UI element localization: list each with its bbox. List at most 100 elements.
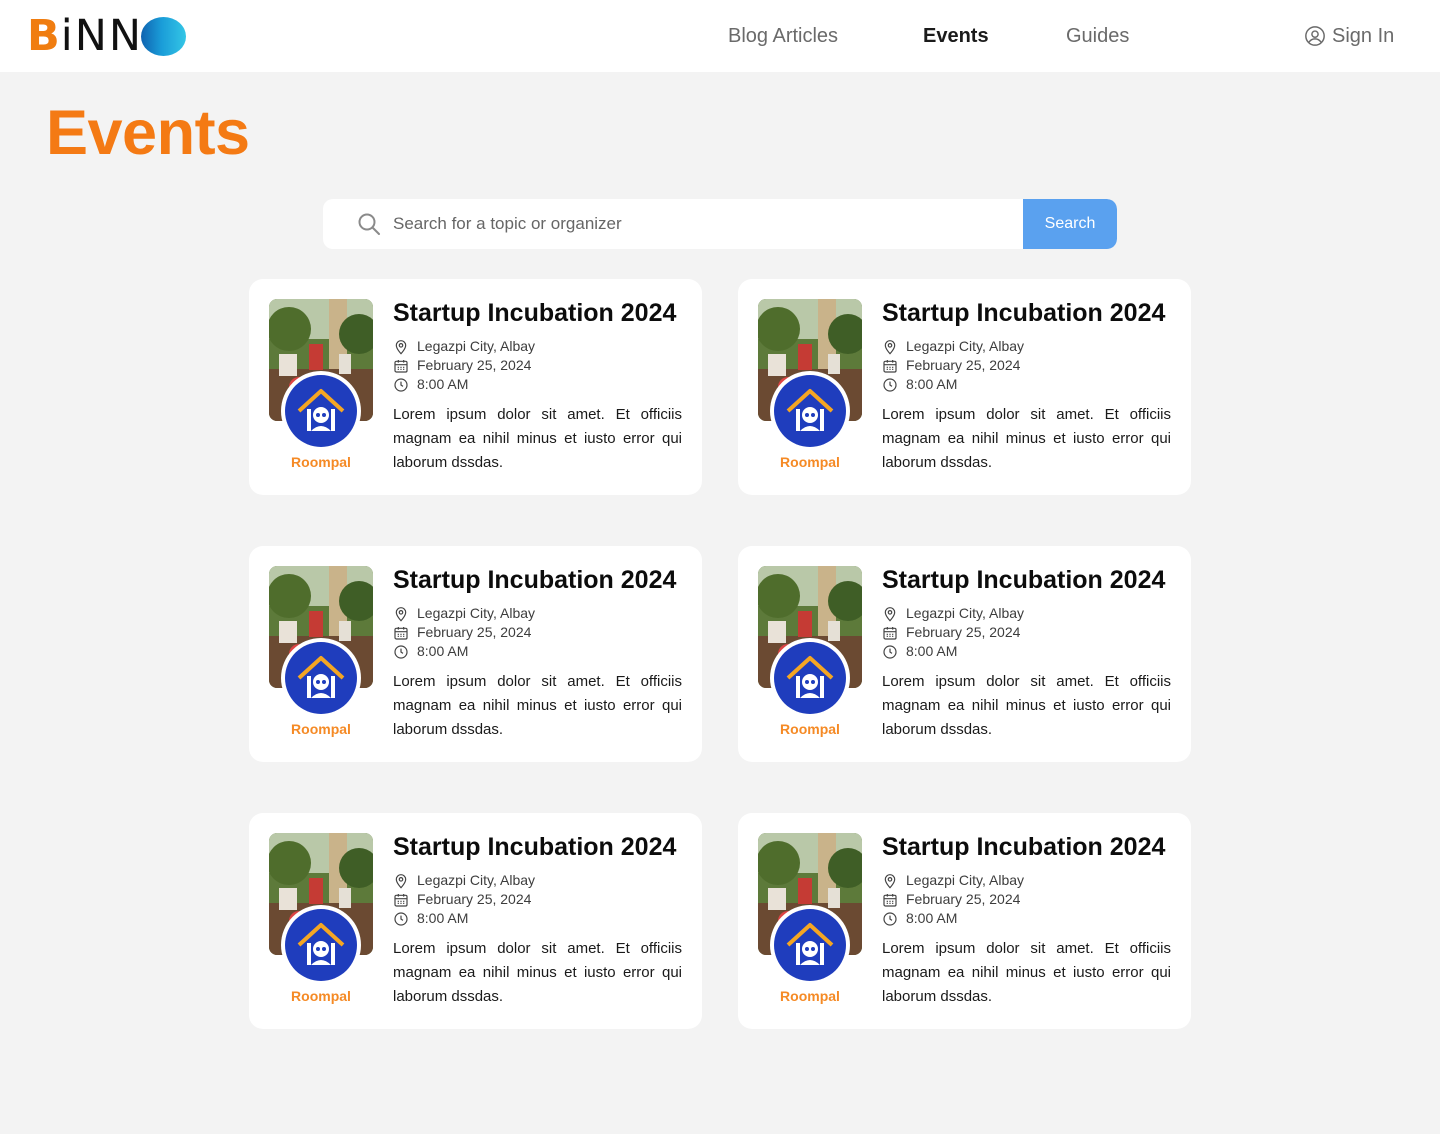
events-grid: Roompal Startup Incubation 2024 Legazpi … [249, 279, 1191, 1029]
event-date-text: February 25, 2024 [906, 357, 1021, 373]
event-title[interactable]: Startup Incubation 2024 [882, 564, 1165, 596]
organizer-logo[interactable] [281, 371, 361, 451]
event-date: February 25, 2024 [882, 890, 1020, 909]
event-title[interactable]: Startup Incubation 2024 [882, 297, 1165, 329]
event-time: 8:00 AM [393, 375, 468, 394]
organizer-name[interactable]: Roompal [758, 988, 862, 1004]
event-card[interactable]: Roompal Startup Incubation 2024 Legazpi … [249, 546, 702, 762]
event-description: Lorem ipsum dolor sit amet. Et officiis … [393, 940, 682, 1005]
organizer-logo[interactable] [281, 905, 361, 985]
page-title: Events [46, 98, 250, 168]
event-card[interactable]: Roompal Startup Incubation 2024 Legazpi … [738, 546, 1191, 762]
calendar-icon [883, 359, 897, 373]
event-location: Legazpi City, Albay [882, 871, 1024, 890]
event-date: February 25, 2024 [393, 356, 531, 375]
event-description: Lorem ipsum dolor sit amet. Et officiis … [393, 673, 682, 738]
nav-blog-articles[interactable]: Blog Articles [728, 22, 838, 50]
search-icon [358, 213, 380, 235]
map-pin-icon [395, 873, 407, 889]
event-card[interactable]: Roompal Startup Incubation 2024 Legazpi … [738, 279, 1191, 495]
calendar-icon [394, 626, 408, 640]
nav-events[interactable]: Events [923, 22, 989, 50]
organizer-logo[interactable] [770, 371, 850, 451]
event-time-text: 8:00 AM [417, 910, 469, 926]
event-title[interactable]: Startup Incubation 2024 [393, 564, 676, 596]
event-date-text: February 25, 2024 [417, 624, 532, 640]
event-date-text: February 25, 2024 [417, 891, 532, 907]
event-description: Lorem ipsum dolor sit amet. Et officiis … [882, 940, 1171, 1005]
event-location-text: Legazpi City, Albay [417, 605, 536, 621]
search-bar: Search [323, 199, 1117, 249]
calendar-icon [394, 359, 408, 373]
event-location: Legazpi City, Albay [393, 871, 535, 890]
sign-in-label: Sign In [1332, 25, 1395, 47]
event-card[interactable]: Roompal Startup Incubation 2024 Legazpi … [249, 279, 702, 495]
event-time: 8:00 AM [393, 642, 468, 661]
sign-in-button[interactable]: Sign In [1304, 22, 1394, 50]
event-title[interactable]: Startup Incubation 2024 [882, 831, 1165, 863]
search-button[interactable]: Search [1023, 199, 1117, 249]
organizer-logo[interactable] [770, 638, 850, 718]
event-location: Legazpi City, Albay [393, 337, 535, 356]
map-pin-icon [395, 339, 407, 355]
event-time: 8:00 AM [882, 375, 957, 394]
event-location-text: Legazpi City, Albay [906, 605, 1025, 621]
event-time: 8:00 AM [882, 642, 957, 661]
clock-icon [883, 911, 897, 926]
calendar-icon [394, 893, 408, 907]
clock-icon [883, 644, 897, 659]
event-description: Lorem ipsum dolor sit amet. Et officiis … [882, 406, 1171, 471]
logo-letters: iNN [60, 11, 144, 61]
organizer-name[interactable]: Roompal [758, 721, 862, 737]
event-date: February 25, 2024 [882, 623, 1020, 642]
event-location: Legazpi City, Albay [393, 604, 535, 623]
organizer-name[interactable]: Roompal [758, 454, 862, 470]
calendar-icon [883, 893, 897, 907]
map-pin-icon [884, 339, 896, 355]
event-date: February 25, 2024 [393, 890, 531, 909]
event-location: Legazpi City, Albay [882, 604, 1024, 623]
event-card[interactable]: Roompal Startup Incubation 2024 Legazpi … [249, 813, 702, 1029]
event-location-text: Legazpi City, Albay [417, 872, 536, 888]
organizer-logo[interactable] [770, 905, 850, 985]
nav-guides[interactable]: Guides [1066, 22, 1129, 50]
logo-letter-b: B [27, 11, 61, 61]
logo-o-circle [141, 16, 187, 56]
event-time: 8:00 AM [393, 909, 468, 928]
organizer-logo[interactable] [281, 638, 361, 718]
user-circle-icon [1305, 26, 1325, 46]
event-date-text: February 25, 2024 [906, 624, 1021, 640]
event-title[interactable]: Startup Incubation 2024 [393, 297, 676, 329]
map-pin-icon [884, 873, 896, 889]
search-input[interactable] [393, 199, 1013, 249]
clock-icon [394, 377, 408, 392]
event-date: February 25, 2024 [882, 356, 1020, 375]
organizer-name[interactable]: Roompal [269, 721, 373, 737]
event-time-text: 8:00 AM [906, 643, 958, 659]
event-time-text: 8:00 AM [906, 376, 958, 392]
calendar-icon [883, 626, 897, 640]
clock-icon [883, 377, 897, 392]
event-location-text: Legazpi City, Albay [906, 872, 1025, 888]
event-time-text: 8:00 AM [417, 643, 469, 659]
event-description: Lorem ipsum dolor sit amet. Et officiis … [393, 406, 682, 471]
event-location-text: Legazpi City, Albay [906, 338, 1025, 354]
event-date-text: February 25, 2024 [906, 891, 1021, 907]
event-location-text: Legazpi City, Albay [417, 338, 536, 354]
event-time: 8:00 AM [882, 909, 957, 928]
clock-icon [394, 644, 408, 659]
event-location: Legazpi City, Albay [882, 337, 1024, 356]
organizer-name[interactable]: Roompal [269, 988, 373, 1004]
event-time-text: 8:00 AM [906, 910, 958, 926]
event-card[interactable]: Roompal Startup Incubation 2024 Legazpi … [738, 813, 1191, 1029]
binno-logo[interactable]: B iNN [27, 11, 187, 61]
map-pin-icon [884, 606, 896, 622]
event-title[interactable]: Startup Incubation 2024 [393, 831, 676, 863]
event-time-text: 8:00 AM [417, 376, 469, 392]
map-pin-icon [395, 606, 407, 622]
event-date: February 25, 2024 [393, 623, 531, 642]
event-description: Lorem ipsum dolor sit amet. Et officiis … [882, 673, 1171, 738]
top-navbar: B iNN Blog Articles Events Guides Sign I… [0, 0, 1440, 72]
organizer-name[interactable]: Roompal [269, 454, 373, 470]
clock-icon [394, 911, 408, 926]
